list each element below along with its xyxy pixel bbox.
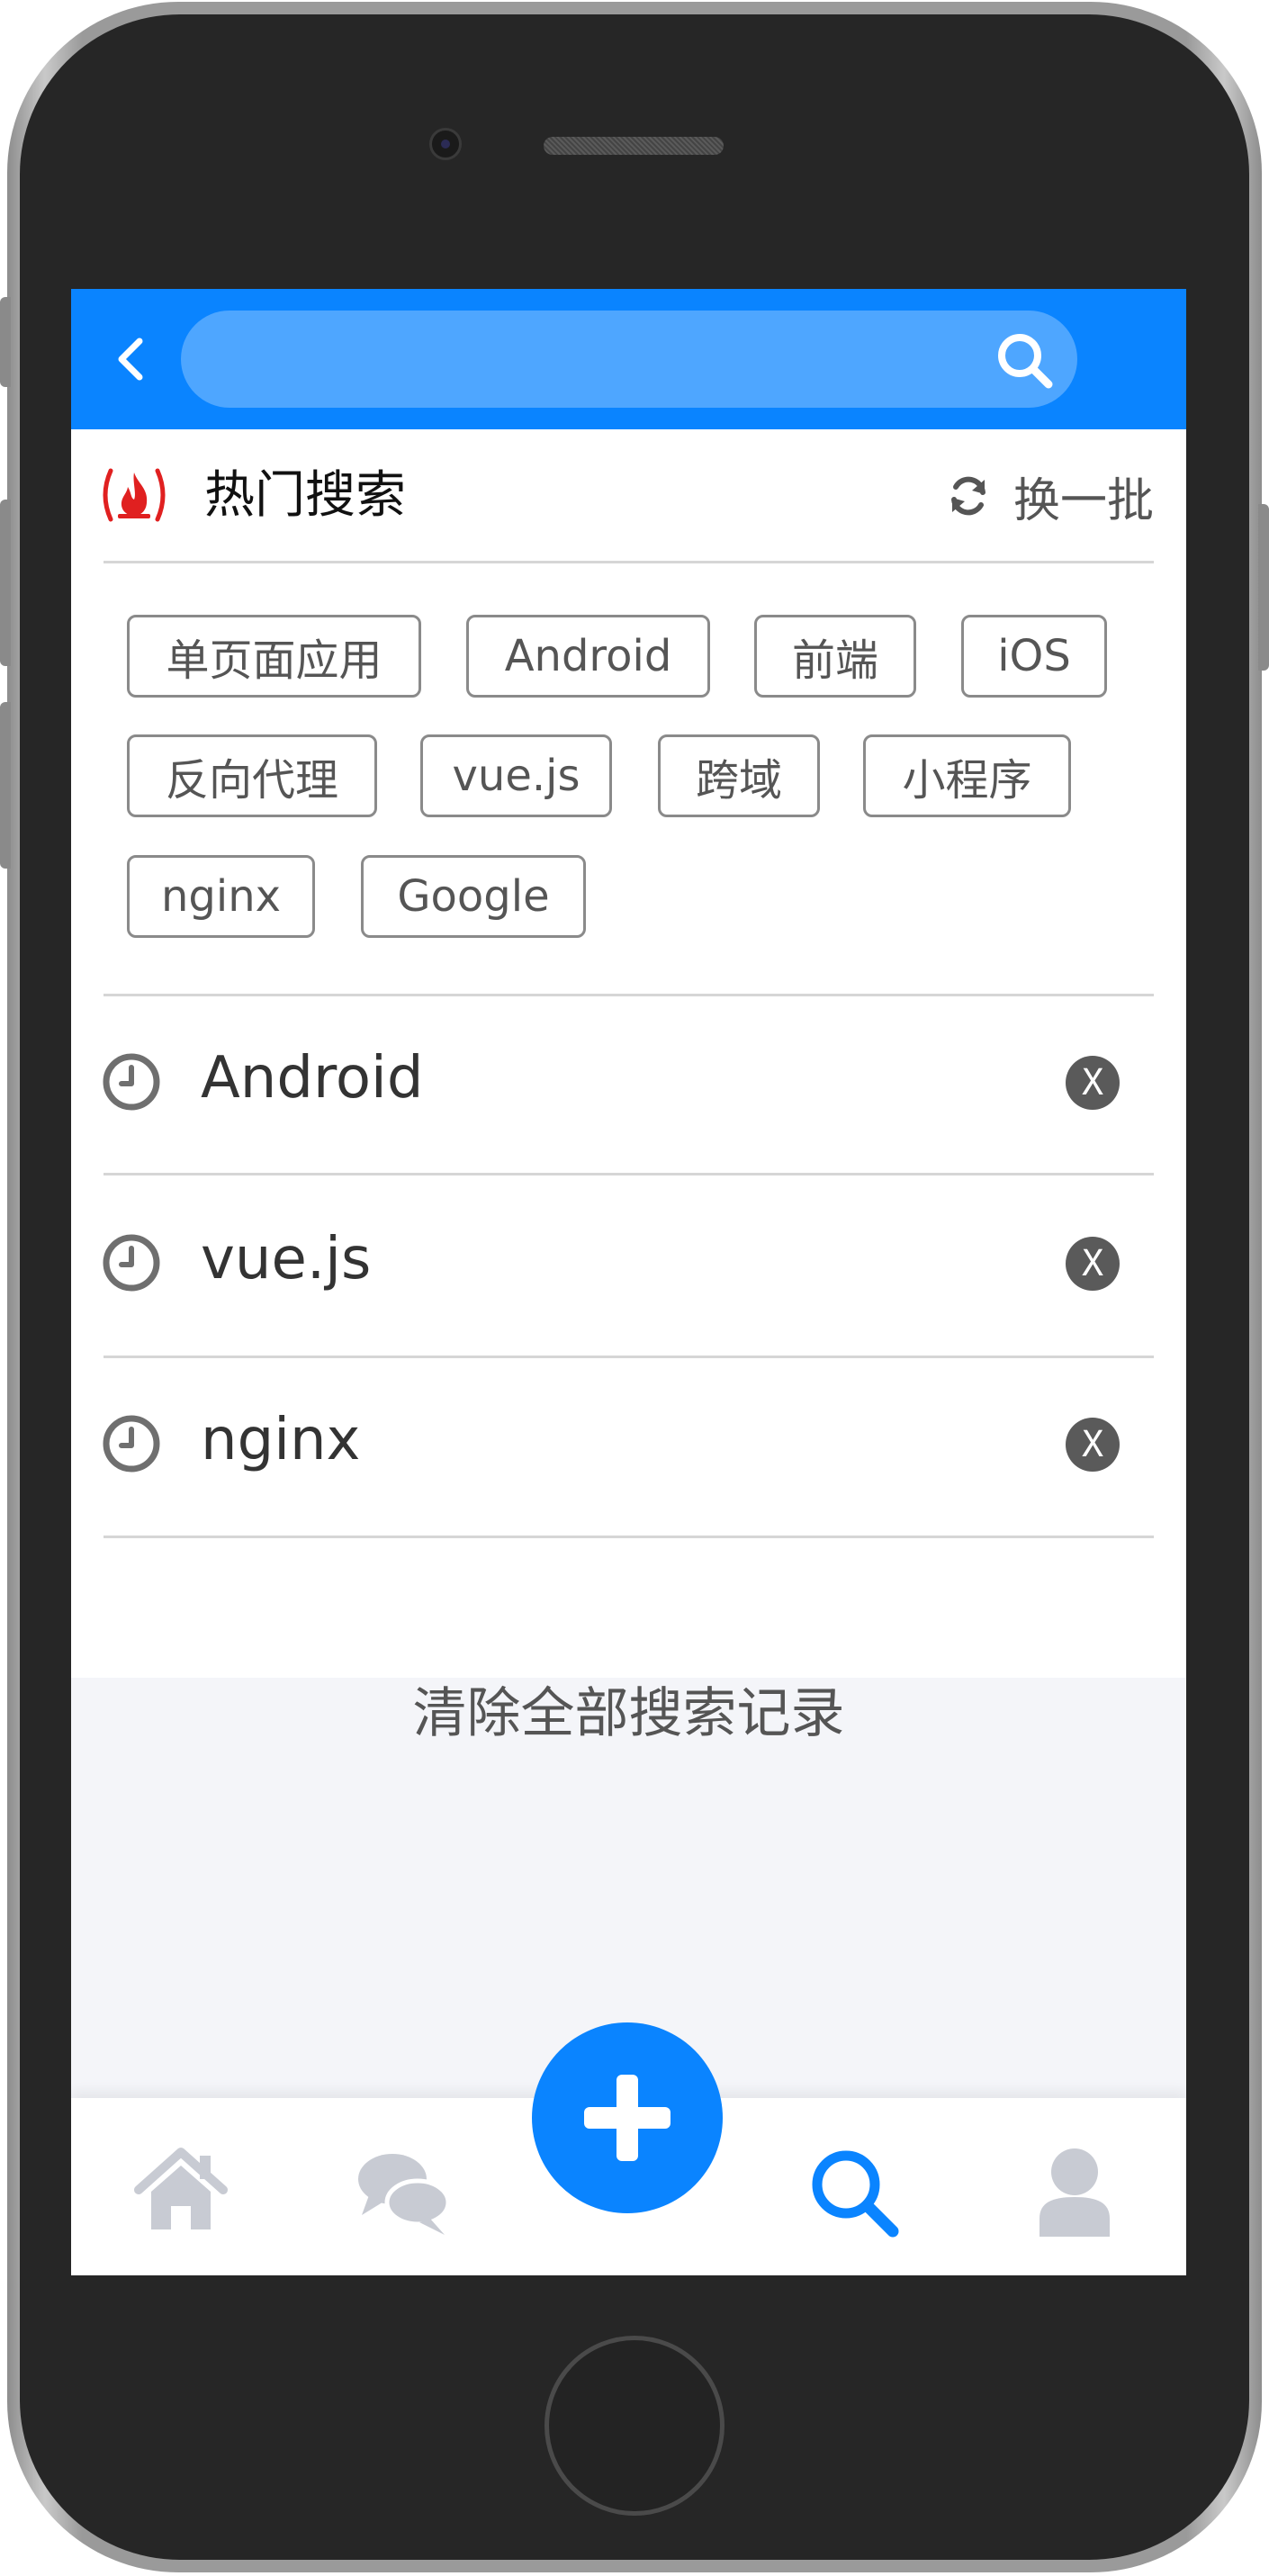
search-icon[interactable] [993, 329, 1056, 392]
hot-tag[interactable]: 前端 [754, 615, 916, 698]
hot-tag[interactable]: 单页面应用 [127, 615, 421, 698]
hot-tag[interactable]: nginx [127, 855, 315, 938]
history-item[interactable]: nginx X [71, 1358, 1186, 1536]
earpiece-speaker [544, 137, 724, 155]
divider [104, 561, 1154, 563]
hot-tag[interactable]: 小程序 [863, 734, 1071, 817]
plus-icon [584, 2075, 670, 2161]
front-camera [429, 128, 462, 160]
user-icon[interactable] [1025, 2143, 1124, 2242]
hot-tag[interactable]: Google [361, 855, 586, 938]
home-button[interactable] [544, 2336, 724, 2516]
back-arrow-icon[interactable] [104, 330, 161, 388]
hot-search-header: 热门搜索 换一批 [71, 429, 1186, 563]
add-button[interactable] [532, 2022, 723, 2213]
refresh-button[interactable]: 换一批 [947, 462, 1154, 530]
delete-history-button[interactable]: X [1066, 1237, 1120, 1291]
chat-icon[interactable] [353, 2145, 452, 2244]
history-text: nginx [201, 1407, 361, 1473]
clear-history-button[interactable]: 清除全部搜索记录 [71, 1671, 1186, 1757]
hot-tag[interactable]: Android [466, 615, 710, 698]
search-bar[interactable] [181, 311, 1077, 410]
power-button [1258, 504, 1269, 671]
hot-tag[interactable]: 反向代理 [127, 734, 377, 817]
refresh-icon [950, 476, 986, 516]
home-icon[interactable] [131, 2143, 230, 2242]
delete-history-button[interactable]: X [1066, 1418, 1120, 1472]
refresh-label: 换一批 [1012, 473, 1154, 528]
search-input[interactable] [217, 311, 994, 410]
hot-search-title: 热门搜索 [204, 466, 406, 525]
volume-down-button [0, 702, 11, 869]
history-item[interactable]: Android X [71, 996, 1186, 1175]
mute-switch [0, 297, 11, 387]
app-screen: 热门搜索 换一批 单页面应用 Android 前端 iOS 反向代理 vue.j… [71, 289, 1186, 2275]
clock-icon [103, 1234, 160, 1292]
clock-icon [103, 1053, 160, 1111]
clock-icon [103, 1415, 160, 1473]
search-icon[interactable] [805, 2143, 904, 2242]
hot-tag[interactable]: iOS [961, 615, 1107, 698]
fire-icon [103, 468, 166, 522]
delete-history-button[interactable]: X [1066, 1056, 1120, 1110]
history-text: Android [201, 1045, 424, 1112]
hot-tag[interactable]: 跨域 [658, 734, 820, 817]
history-text: vue.js [201, 1226, 372, 1293]
search-panel: 热门搜索 换一批 单页面应用 Android 前端 iOS 反向代理 vue.j… [71, 429, 1186, 1678]
history-item[interactable]: vue.js X [71, 1175, 1186, 1354]
search-header [71, 289, 1186, 429]
divider [104, 1536, 1154, 1538]
hot-tag[interactable]: vue.js [420, 734, 612, 817]
volume-up-button [0, 500, 11, 666]
